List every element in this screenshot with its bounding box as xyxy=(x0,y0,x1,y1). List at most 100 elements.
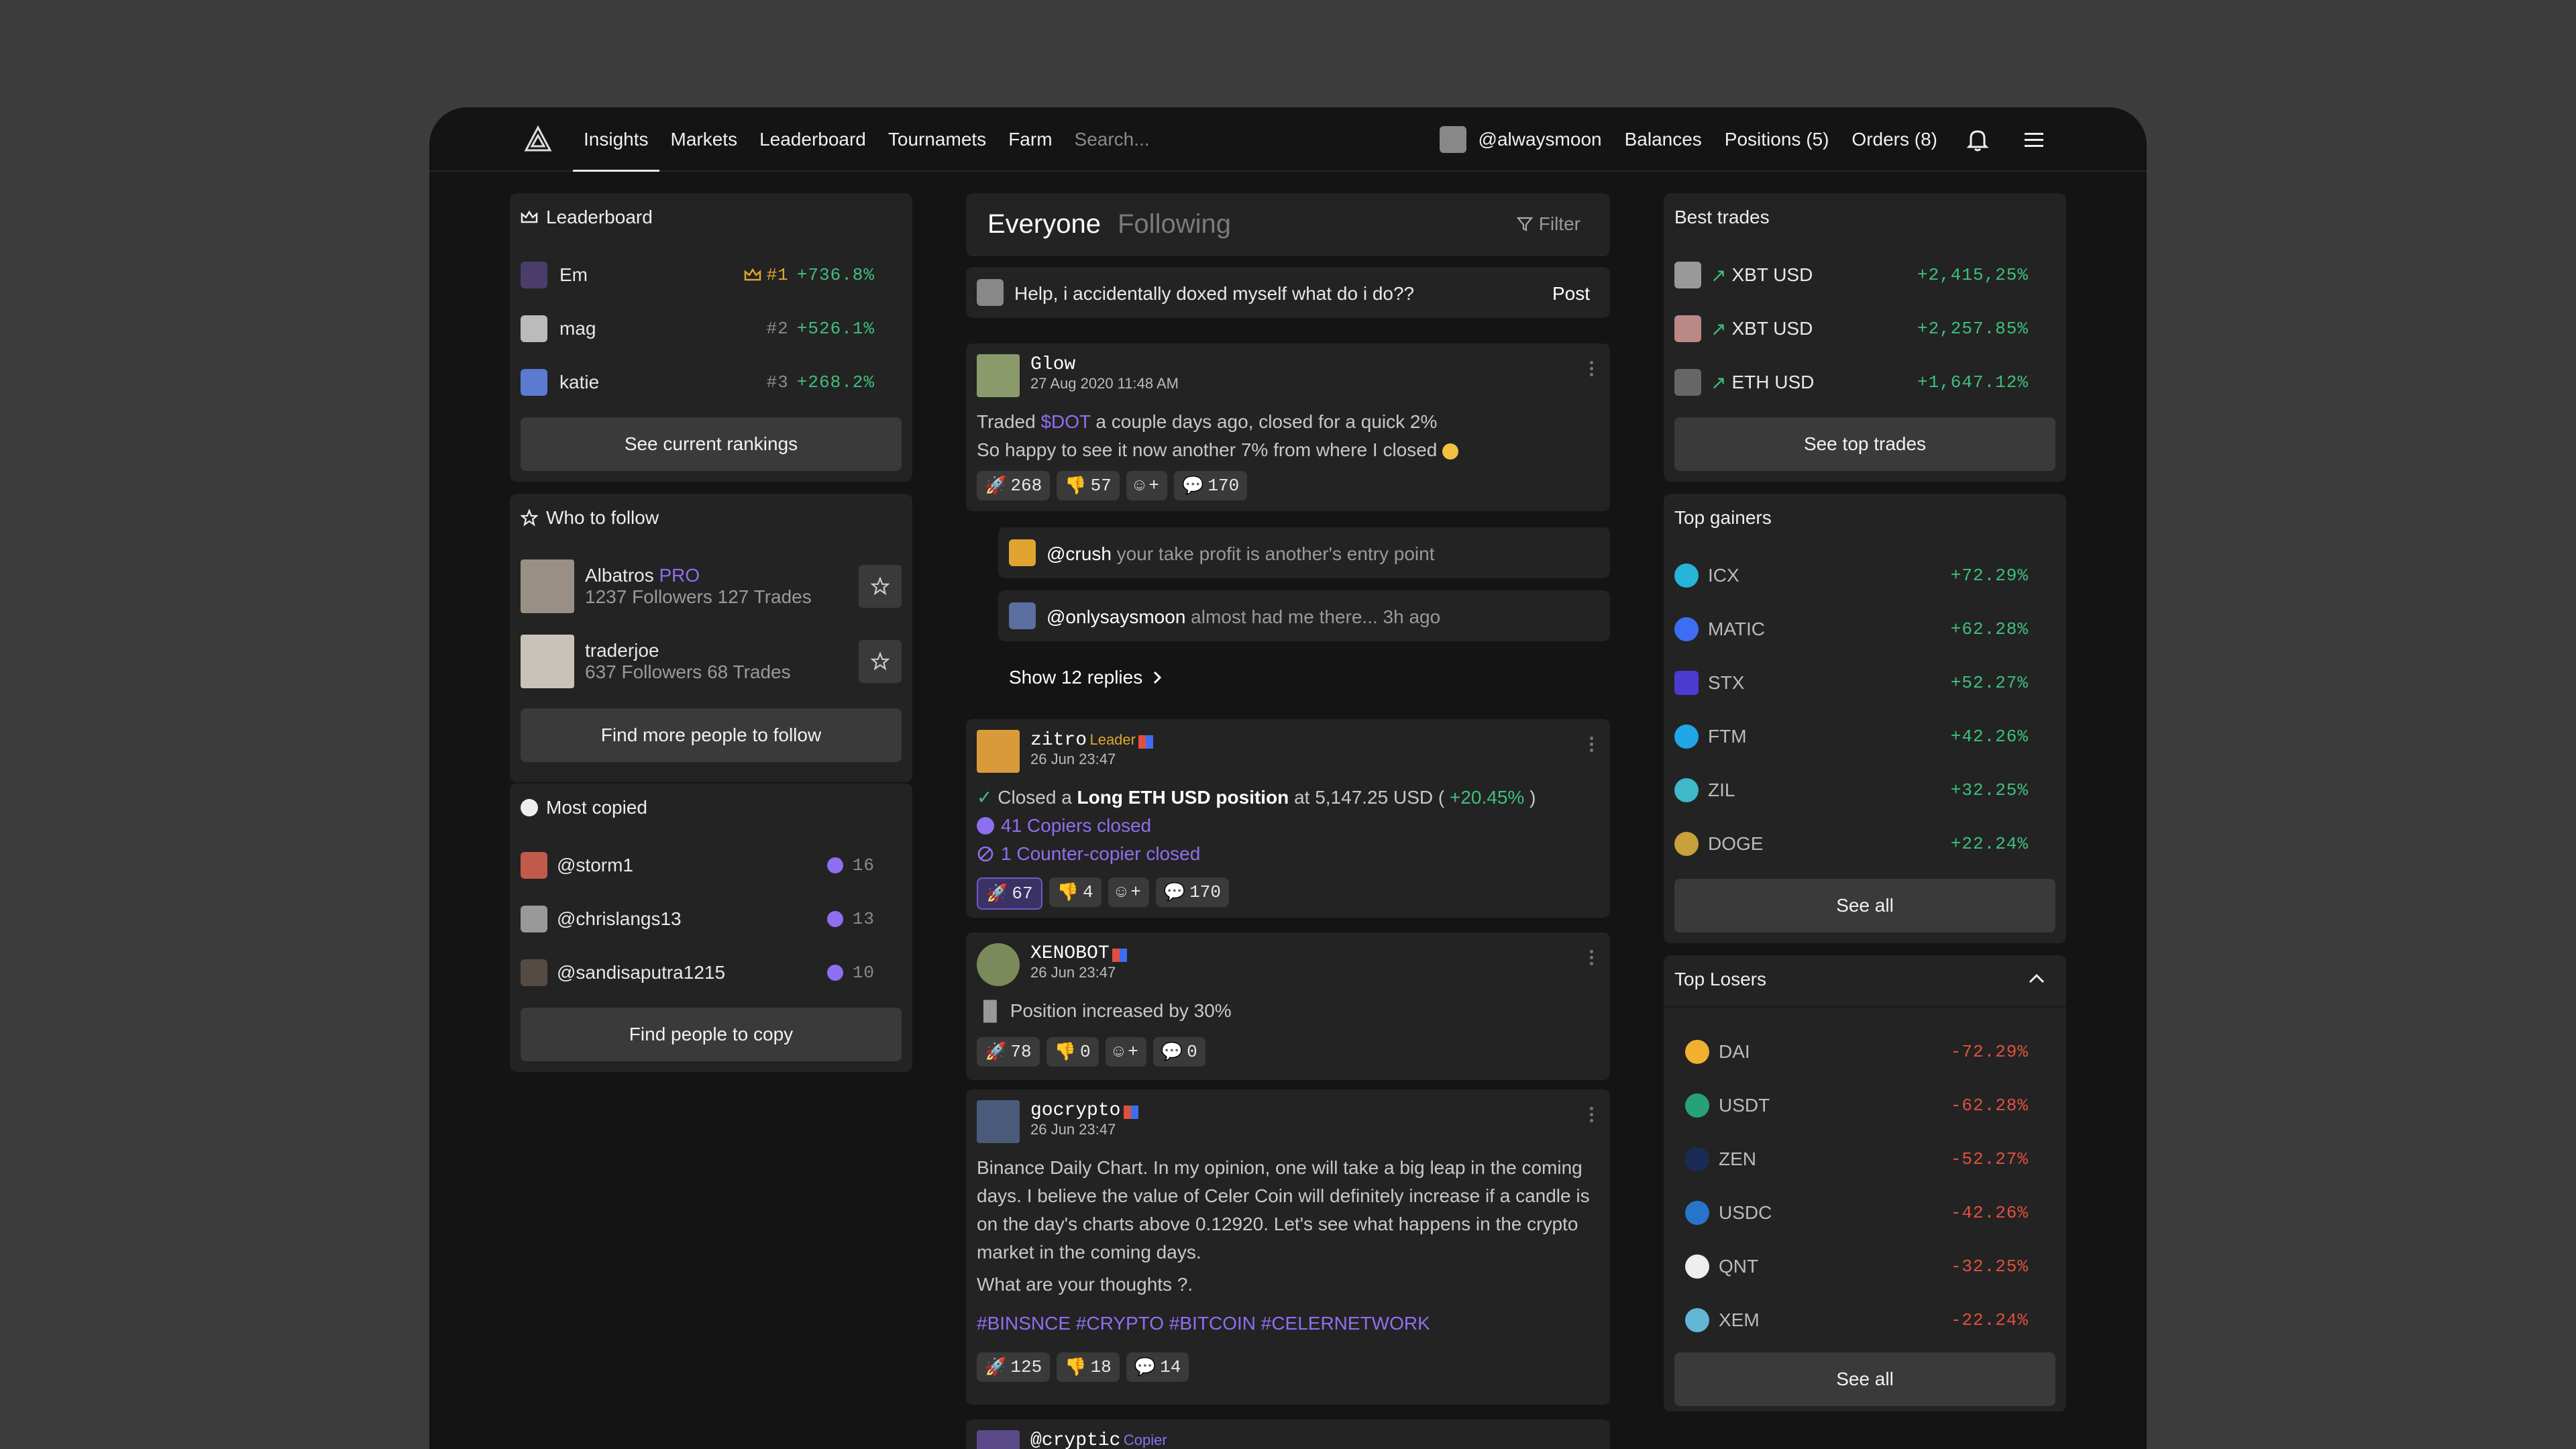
coin-row[interactable]: STX +52.27% xyxy=(1674,663,2029,703)
thumbs-down-reaction[interactable]: 👎 57 xyxy=(1057,471,1120,500)
coin-pct: +22.24% xyxy=(1950,834,2029,854)
see-all-losers-button[interactable]: See all xyxy=(1674,1352,2055,1406)
follow-suggestion[interactable]: traderjoe 637 Followers 68 Trades xyxy=(521,633,902,690)
coin-row[interactable]: MATIC +62.28% xyxy=(1674,609,2029,649)
positions-link[interactable]: Positions (5) xyxy=(1725,129,1829,150)
thumbs-down-reaction[interactable]: 👎 18 xyxy=(1057,1352,1120,1382)
nav-farm[interactable]: Farm xyxy=(1008,107,1052,172)
leaderboard-row[interactable]: katie #3 +268.2% xyxy=(521,362,875,402)
trade-row[interactable]: ↗ XBT USD +2,257.85% xyxy=(1674,309,2029,349)
post-button[interactable]: Post xyxy=(1552,283,1590,305)
show-replies-link[interactable]: Show 12 replies xyxy=(1009,667,1163,688)
balances-link[interactable]: Balances xyxy=(1625,129,1702,150)
find-copy-button[interactable]: Find people to copy xyxy=(521,1008,902,1061)
follow-button[interactable] xyxy=(859,640,902,683)
coin-row[interactable]: ZIL +32.25% xyxy=(1674,770,2029,810)
copied-row[interactable]: @sandisaputra1215 10 xyxy=(521,953,875,993)
nav-insights[interactable]: Insights xyxy=(573,107,659,172)
ticker-link[interactable]: $DOT xyxy=(1040,411,1090,432)
avatar[interactable] xyxy=(977,1430,1020,1449)
menu-icon[interactable] xyxy=(2022,127,2046,152)
coin-row[interactable]: USDT -62.28% xyxy=(1685,1085,2029,1126)
add-reaction-button[interactable]: ☺ + xyxy=(1105,1037,1146,1067)
bell-icon[interactable] xyxy=(1964,126,1991,153)
more-options-icon[interactable] xyxy=(1590,734,1594,755)
coin-row[interactable]: XEM -22.24% xyxy=(1685,1300,2029,1340)
leaderboard-row[interactable]: mag #2 +526.1% xyxy=(521,309,875,349)
see-rankings-button[interactable]: See current rankings xyxy=(521,417,902,471)
trade-row[interactable]: ↗ ETH USD +1,647.12% xyxy=(1674,362,2029,402)
post-author[interactable]: Glow xyxy=(1030,354,1179,375)
compose-input[interactable]: Help, i accidentally doxed myself what d… xyxy=(1014,283,1414,305)
chevron-up-icon[interactable] xyxy=(2027,971,2046,985)
post-author[interactable]: XENOBOT xyxy=(1030,943,1110,964)
search-input[interactable]: Search... xyxy=(1075,129,1150,150)
rocket-reaction[interactable]: 🚀 67 xyxy=(977,877,1042,910)
coin-row[interactable]: DOGE +22.24% xyxy=(1674,824,2029,864)
trade-row[interactable]: ↗ XBT USD +2,415,25% xyxy=(1674,255,2029,295)
more-options-icon[interactable] xyxy=(1590,1104,1594,1125)
best-trades-card: Best trades ↗ XBT USD +2,415,25% ↗ XBT U… xyxy=(1664,193,2066,482)
more-options-icon[interactable] xyxy=(1590,358,1594,379)
rocket-reaction[interactable]: 🚀 125 xyxy=(977,1352,1051,1382)
star-icon xyxy=(871,577,890,596)
nav-markets[interactable]: Markets xyxy=(671,107,738,172)
copied-row[interactable]: @chrislangs13 13 xyxy=(521,899,875,939)
more-options-icon[interactable] xyxy=(1590,947,1594,968)
comments-button[interactable]: 💬 0 xyxy=(1152,1037,1205,1067)
trade-pair: XBT USD xyxy=(1731,264,1813,285)
username-link[interactable]: @alwaysmoon xyxy=(1479,129,1602,150)
find-people-button[interactable]: Find more people to follow xyxy=(521,708,902,762)
coin-row[interactable]: ICX +72.29% xyxy=(1674,555,2029,596)
post-author[interactable]: @cryptic xyxy=(1030,1430,1120,1449)
reactions-bar: 🚀 78 👎 0 ☺ + 💬 0 xyxy=(977,1037,1212,1067)
nav-leaderboard[interactable]: Leaderboard xyxy=(759,107,866,172)
filter-button[interactable]: Filter xyxy=(1516,213,1580,235)
coin-row[interactable]: DAI -72.29% xyxy=(1685,1032,2029,1072)
nav-tournaments[interactable]: Tournamets xyxy=(888,107,986,172)
most-copied-card: Most copied @storm1 16 @chrislangs13 13 … xyxy=(510,784,912,1072)
thumbs-down-reaction[interactable]: 👎 4 xyxy=(1049,877,1102,907)
leader-pct: +736.8% xyxy=(796,265,875,285)
dai-icon xyxy=(1685,1040,1709,1064)
rocket-reaction[interactable]: 🚀 268 xyxy=(977,471,1051,500)
comments-button[interactable]: 💬 14 xyxy=(1126,1352,1189,1382)
reply-user[interactable]: @crush xyxy=(1046,543,1112,564)
who-to-follow-card: Who to follow Albatros PRO 1237 Follower… xyxy=(510,494,912,782)
orders-link[interactable]: Orders (8) xyxy=(1851,129,1937,150)
add-reaction-button[interactable]: ☺ + xyxy=(1108,877,1149,907)
tab-following[interactable]: Following xyxy=(1118,209,1231,239)
comments-button[interactable]: 💬 170 xyxy=(1155,877,1229,907)
copied-row[interactable]: @storm1 16 xyxy=(521,845,875,885)
follow-button[interactable] xyxy=(859,565,902,608)
avatar[interactable] xyxy=(977,354,1020,397)
avatar[interactable] xyxy=(977,943,1020,986)
post-date: 26 Jun 23:47 xyxy=(1030,964,1116,981)
coin-row[interactable]: FTM +42.26% xyxy=(1674,716,2029,757)
avatar[interactable] xyxy=(977,1100,1020,1143)
logo-icon[interactable] xyxy=(523,125,553,154)
leaderboard-row[interactable]: Em #1 +736.8% xyxy=(521,255,875,295)
rocket-reaction[interactable]: 🚀 78 xyxy=(977,1037,1040,1067)
coin-pct: +62.28% xyxy=(1950,619,2029,639)
coin-row[interactable]: USDC -42.26% xyxy=(1685,1193,2029,1233)
coin-row[interactable]: ZEN -52.27% xyxy=(1685,1139,2029,1179)
avatar xyxy=(521,852,547,879)
tab-everyone[interactable]: Everyone xyxy=(987,209,1101,239)
see-top-trades-button[interactable]: See top trades xyxy=(1674,417,2055,471)
post-author[interactable]: gocrypto xyxy=(1030,1100,1120,1121)
thumbs-down-reaction[interactable]: 👎 0 xyxy=(1046,1037,1099,1067)
post-hashtags[interactable]: #BINSNCE #CRYPTO #BITCOIN #CELERNETWORK xyxy=(977,1309,1430,1338)
add-reaction-button[interactable]: ☺ + xyxy=(1126,471,1167,500)
coin-pct: -42.26% xyxy=(1950,1203,2029,1223)
compose-box[interactable]: Help, i accidentally doxed myself what d… xyxy=(966,267,1610,318)
follow-suggestion[interactable]: Albatros PRO 1237 Followers 127 Trades xyxy=(521,558,902,614)
reply-user[interactable]: @onlysaysmoon xyxy=(1046,606,1185,627)
coin-name: STX xyxy=(1708,672,1745,693)
coin-row[interactable]: QNT -32.25% xyxy=(1685,1246,2029,1287)
see-all-gainers-button[interactable]: See all xyxy=(1674,879,2055,932)
avatar[interactable] xyxy=(977,730,1020,773)
post-author[interactable]: zitro xyxy=(1030,730,1087,751)
comments-button[interactable]: 💬 170 xyxy=(1174,471,1248,500)
avatar[interactable] xyxy=(1439,126,1466,153)
